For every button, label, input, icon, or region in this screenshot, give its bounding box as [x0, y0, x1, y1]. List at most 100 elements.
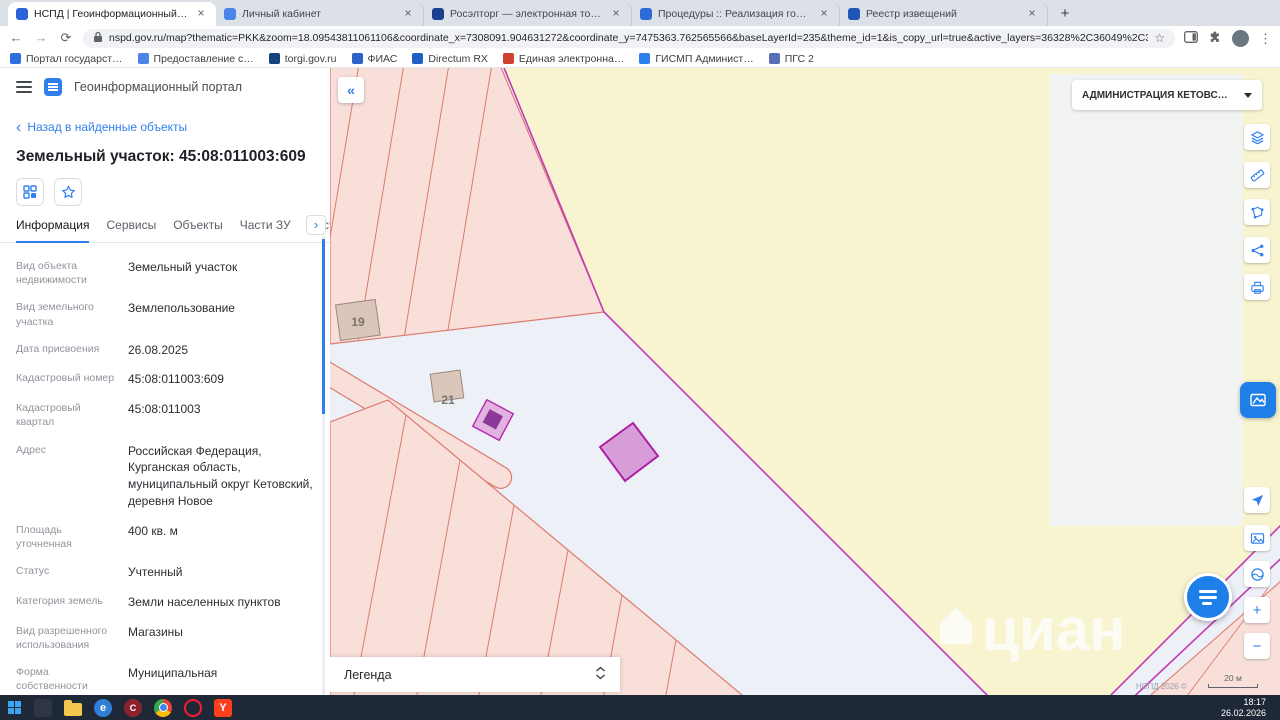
taskbar-clock[interactable]: 18:17 26.02.2026 [1221, 697, 1272, 719]
region-dropdown-panel [1050, 74, 1243, 526]
ruler-icon [1250, 168, 1264, 182]
tab-close-icon[interactable] [1025, 7, 1039, 21]
tab-close-icon[interactable] [609, 7, 623, 21]
bookmark-item[interactable]: ФИАС [351, 53, 397, 65]
tab-close-icon[interactable] [401, 7, 415, 21]
browser-tab-procedures[interactable]: Процедуры :: Реализация госи… [632, 2, 840, 26]
chat-support-button[interactable] [1184, 573, 1232, 621]
tab-parcel-parts[interactable]: Части ЗУ [240, 218, 291, 242]
attribute-label: Вид разрешенного использования [16, 624, 108, 651]
tab-services[interactable]: Сервисы [106, 218, 156, 242]
tab-title: Личный кабинет [242, 8, 321, 20]
tab-information[interactable]: Информация [16, 218, 90, 243]
map-viewport[interactable]: 19 21 циан « АДМИНИСТРАЦИЯ КЕТОВС… + − Л… [330, 68, 1280, 695]
bookmark-item[interactable]: torgi.gov.ru [268, 53, 337, 65]
attribute-label: Вид объекта недвижимости [16, 260, 87, 287]
tab-objects[interactable]: Объекты [173, 218, 223, 242]
object-info-panel: Геоинформационный портал Назад в найденн… [0, 68, 330, 695]
zoom-out-button[interactable]: − [1244, 633, 1270, 659]
side-panel-icon[interactable] [1184, 30, 1198, 46]
menu-burger-icon[interactable] [16, 81, 32, 93]
tab-close-icon[interactable] [194, 7, 208, 21]
forward-icon[interactable] [33, 30, 49, 46]
yandex-browser-icon[interactable] [214, 698, 232, 717]
cadastral-map-canvas[interactable]: 19 21 циан [330, 68, 1280, 695]
tab-favicon [224, 8, 236, 20]
new-tab-button[interactable] [1054, 3, 1076, 25]
reload-icon[interactable] [58, 30, 74, 46]
tab-favicon [16, 8, 28, 20]
region-selector-dropdown[interactable]: АДМИНИСТРАЦИЯ КЕТОВС… [1072, 80, 1262, 110]
taskbar-app-icon[interactable] [34, 698, 52, 717]
url-input[interactable]: nspd.gov.ru/map?thematic=PKK&zoom=18.095… [83, 28, 1175, 48]
bookmark-label: ПГС 2 [784, 52, 814, 65]
profile-avatar[interactable] [1232, 29, 1249, 47]
feedback-draw-button[interactable] [1240, 382, 1276, 418]
bookmark-label: Портал государст… [26, 52, 123, 65]
layers-tool-button[interactable] [1244, 124, 1270, 150]
bookmark-star-icon[interactable] [1154, 32, 1165, 44]
building-19-label: 19 [351, 315, 365, 329]
legend-expand-icon[interactable] [595, 666, 606, 683]
attribute-value: Земли населенных пунктов [128, 594, 281, 609]
file-explorer-icon[interactable] [64, 699, 82, 716]
browser-tab-strip: НСПД | Геоинформационный п… Личный кабин… [0, 0, 1280, 26]
browser-tab-nspd[interactable]: НСПД | Геоинформационный п… [8, 2, 216, 26]
share-button[interactable] [1244, 237, 1270, 263]
bookmark-item[interactable]: ГИСМП Админист… [639, 53, 754, 65]
browser-menu-icon[interactable] [1259, 32, 1272, 45]
map-copyright: НСПД 2026 © [1136, 682, 1187, 691]
attribute-value: 45:08:011003 [128, 402, 201, 417]
measure-tool-button[interactable] [1244, 162, 1270, 188]
tab-title: Процедуры :: Реализация госи… [658, 8, 811, 20]
bookmark-item[interactable]: Единая электронна… [502, 53, 624, 65]
back-icon[interactable] [8, 30, 24, 46]
print-icon [1250, 281, 1264, 294]
attribute-value: Российская Федерация, Курганская область… [128, 443, 313, 509]
scale-label: 20 м [1224, 673, 1242, 683]
opera-browser-icon[interactable] [184, 698, 202, 717]
related-objects-button[interactable] [16, 178, 44, 206]
tab-favicon [848, 8, 860, 20]
coordinates-button[interactable] [1244, 561, 1270, 587]
legend-bar[interactable]: Легенда [330, 657, 620, 692]
browser-tab-roseltorg[interactable]: Росэлторг — электронная торг… [424, 2, 632, 26]
attribute-label: Категория земель [16, 594, 103, 607]
favorite-star-button[interactable] [54, 178, 82, 206]
portal-title: Геоинформационный портал [74, 80, 243, 94]
attribute-value: Землепользование [128, 301, 235, 316]
panorama-button[interactable] [1244, 525, 1270, 551]
attribute-value: 26.08.2025 [128, 342, 189, 357]
bookmark-item[interactable]: ПГС 2 [768, 52, 814, 65]
panel-scrollbar[interactable] [322, 236, 325, 695]
extensions-puzzle-icon[interactable] [1208, 30, 1222, 47]
bookmark-favicon [768, 53, 780, 64]
zoom-in-button[interactable]: + [1244, 597, 1270, 623]
lock-icon [93, 31, 103, 46]
locate-me-button[interactable] [1244, 487, 1270, 513]
tabs-scroll-right-button[interactable] [306, 215, 326, 235]
bookmark-item[interactable]: Предоставление с… [137, 53, 254, 65]
attribute-value: Муниципальная [128, 666, 218, 681]
scrollbar-thumb[interactable] [322, 239, 325, 414]
browser-tab-account[interactable]: Личный кабинет [216, 2, 424, 26]
edge-browser-icon[interactable] [94, 698, 112, 717]
attribute-row: Адрес Российская Федерация, Курганская об… [16, 443, 314, 510]
tab-favicon [432, 8, 444, 20]
tab-close-icon[interactable] [817, 7, 831, 21]
print-button[interactable] [1244, 274, 1270, 300]
attribute-row: Вид земельного участка Землепользование [16, 300, 314, 328]
bookmark-item[interactable]: Directum RX [412, 53, 488, 65]
area-measure-button[interactable] [1244, 199, 1270, 225]
collapse-panel-button[interactable]: « [338, 77, 364, 103]
chrome-browser-icon[interactable] [154, 698, 172, 717]
attribute-value: 400 кв. м [128, 523, 178, 538]
start-button[interactable] [8, 700, 22, 715]
page-content: Геоинформационный портал Назад в найденн… [0, 68, 1280, 695]
browser-tab-notices[interactable]: Реестр извещений [840, 2, 1048, 26]
bookmark-item[interactable]: Портал государст… [10, 53, 123, 65]
tab-title: Росэлторг — электронная торг… [450, 8, 603, 20]
taskbar-app-icon[interactable] [124, 698, 142, 717]
back-to-results-link[interactable]: Назад в найденные объекты [16, 120, 314, 134]
image-frame-icon [1250, 393, 1266, 407]
